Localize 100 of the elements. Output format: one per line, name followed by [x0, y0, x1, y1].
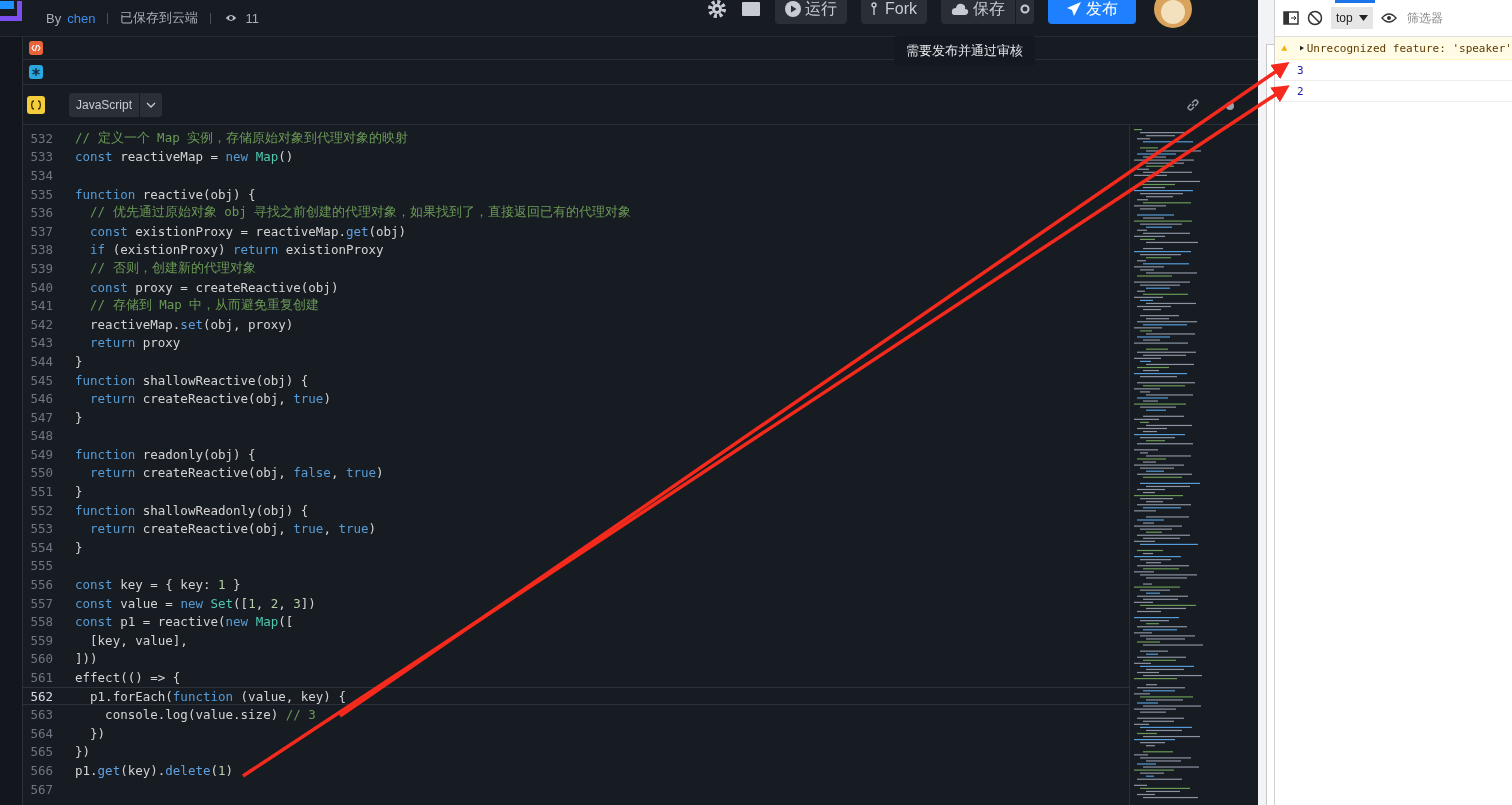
context-dropdown[interactable]: top: [1331, 7, 1373, 29]
code-token: }): [75, 744, 91, 760]
code-token: }: [75, 539, 83, 555]
code-token: proxy = createReactive(obj): [134, 279, 339, 295]
code-token: function: [75, 186, 136, 202]
line-number: 550: [29, 465, 54, 481]
code-token: ): [323, 391, 331, 407]
gear-icon: [1020, 4, 1030, 14]
chevron-down-icon[interactable]: [146, 101, 157, 108]
cloud-icon: [951, 3, 969, 15]
line-number: 539: [29, 260, 54, 276]
line-number: 535: [29, 186, 54, 202]
run-button[interactable]: 运行: [775, 0, 847, 24]
code-token: reactive(obj) {: [141, 186, 256, 202]
code-token: p1 = reactive(: [119, 614, 226, 630]
dropdown-arrow-icon: [1358, 15, 1368, 21]
css-icon[interactable]: [29, 65, 43, 79]
line-number: 552: [29, 502, 54, 518]
code-token: [key, value],: [89, 632, 188, 648]
layout-icon[interactable]: [741, 1, 761, 17]
clear-console-icon[interactable]: [1307, 10, 1323, 26]
code-token: }: [75, 409, 83, 425]
code-token: Map: [254, 149, 279, 165]
code-token: return: [89, 335, 136, 351]
code-token: true: [293, 391, 324, 407]
code-token: ): [376, 465, 384, 481]
code-token: return: [233, 242, 279, 258]
code-token: set: [180, 316, 203, 332]
code-token: ([: [278, 614, 294, 630]
code-token: return: [89, 521, 136, 537]
line-number: 542: [29, 316, 54, 332]
code-token: function: [75, 372, 136, 388]
play-icon: [785, 1, 801, 17]
tooltip: 需要发布并通过审核: [894, 36, 1035, 66]
log-value: 2: [1297, 84, 1304, 98]
code-token: (): [278, 149, 294, 165]
link-icon[interactable]: [1186, 97, 1200, 112]
code-token: (obj, proxy): [202, 316, 294, 332]
code-token: createReactive(obj,: [141, 521, 287, 537]
eye-icon[interactable]: [1380, 12, 1397, 24]
code-token: delete: [165, 763, 211, 778]
code-token: }): [89, 725, 106, 741]
line-number: 561: [29, 670, 54, 685]
line-number: 545: [29, 372, 54, 388]
code-token: // 3: [285, 707, 316, 723]
code-token: new: [225, 614, 249, 630]
code-token: true: [345, 465, 377, 481]
code-token: function: [172, 688, 234, 704]
save-status: 已保存到云端: [120, 9, 199, 27]
code-token: function: [75, 446, 136, 462]
publish-button[interactable]: 发布: [1048, 0, 1136, 24]
code-token: const: [75, 595, 113, 611]
code-token: true: [338, 521, 369, 537]
code-token: shallowReadonly(obj) {: [141, 502, 309, 518]
fork-button[interactable]: Fork: [861, 0, 927, 24]
author-link[interactable]: chen: [67, 10, 96, 26]
code-token: ): [368, 521, 377, 537]
html-icon[interactable]: [29, 41, 43, 55]
line-number: 557: [29, 595, 54, 611]
language-dropdown[interactable]: JavaScript: [69, 92, 163, 117]
warning-icon: [1281, 43, 1288, 53]
save-settings-button[interactable]: [1016, 0, 1034, 24]
line-number: 533: [29, 149, 54, 165]
line-number: 567: [29, 781, 54, 797]
code-token: ([: [233, 595, 249, 611]
code-token: if: [89, 242, 106, 258]
code-token: false: [293, 465, 331, 481]
code-token: const: [75, 614, 113, 630]
expand-icon[interactable]: [1299, 44, 1304, 52]
code-token: return: [89, 465, 136, 481]
code-token: new: [180, 595, 203, 611]
line-number: 562: [29, 688, 54, 704]
line-number: 546: [29, 391, 54, 407]
line-number: 543: [29, 335, 54, 351]
line-number: 532: [29, 130, 54, 146]
code-token: }: [75, 484, 83, 500]
tab-indicator: [1335, 0, 1375, 3]
line-number: 566: [29, 763, 54, 778]
braces-icon[interactable]: [27, 95, 45, 114]
line-number: 537: [29, 223, 54, 239]
save-button[interactable]: 保存: [941, 0, 1015, 24]
line-number: 540: [29, 279, 54, 295]
code-token: // 优先通过原始对象 obj 寻找之前创建的代理对象，如果找到了，直接返回已有的代理对象: [89, 204, 632, 220]
sidebar-toggle-icon[interactable]: [1283, 11, 1299, 25]
code-token: ,: [255, 595, 265, 611]
code-token: const: [75, 577, 113, 593]
logo-icon[interactable]: [0, 1, 22, 21]
code-token: true: [293, 521, 324, 537]
line-number: 536: [29, 205, 54, 221]
avatar[interactable]: [1154, 0, 1192, 28]
line-number: 553: [29, 521, 54, 537]
code-token: // 否则，创建新的代理对象: [89, 259, 256, 275]
log-value: 3: [1297, 63, 1304, 77]
code-token: existionProxy: [284, 242, 384, 258]
code-token: value =: [119, 595, 174, 611]
line-number: 556: [29, 577, 54, 593]
line-number: 558: [29, 614, 54, 630]
code-token: ): [225, 763, 234, 778]
code-token: p1.: [75, 763, 98, 778]
line-number: 544: [29, 353, 54, 369]
